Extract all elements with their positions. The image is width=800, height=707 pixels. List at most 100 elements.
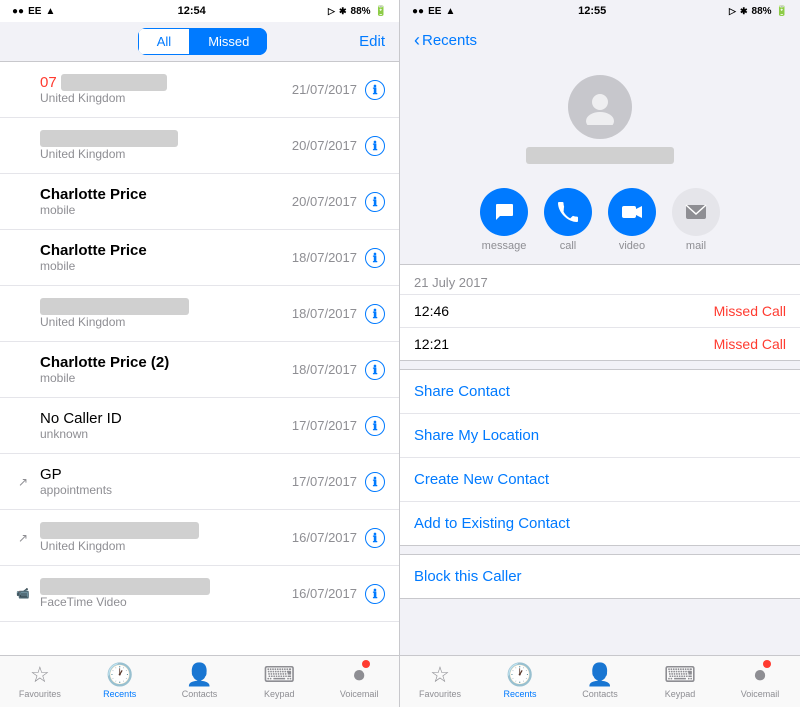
block-section: Block this Caller (400, 554, 800, 599)
tab-voicemail-label-right: Voicemail (741, 689, 780, 699)
contact-detail: ██████████████ message call (400, 59, 800, 655)
add-existing-item[interactable]: Add to Existing Contact (400, 502, 800, 545)
edit-button[interactable]: Edit (359, 33, 385, 50)
right-battery-area: ▷ ✱ 88% 🔋 (729, 6, 788, 17)
info-button[interactable]: ℹ (365, 80, 385, 100)
call-list: 07 ██████████ United Kingdom 21/07/2017 … (0, 62, 399, 655)
tab-keypad-label: Keypad (264, 689, 295, 699)
tab-contacts-right[interactable]: 👤 Contacts (560, 660, 640, 701)
back-button[interactable]: ‹ Recents (414, 30, 477, 51)
info-button[interactable]: ℹ (365, 360, 385, 380)
list-item[interactable]: ↗ ███████████████ United Kingdom 16/07/2… (0, 510, 399, 566)
list-item[interactable]: Charlotte Price mobile 20/07/2017 ℹ (0, 174, 399, 230)
create-contact-item[interactable]: Create New Contact (400, 458, 800, 502)
tab-favourites-right[interactable]: ☆ Favourites (400, 660, 480, 701)
contacts-icon-right: 👤 (586, 662, 613, 688)
carrier-label: EE (428, 6, 441, 17)
tab-recents-label: Recents (103, 689, 136, 699)
left-battery-area: ▷ ✱ 88% 🔋 (328, 6, 387, 17)
list-item[interactable]: Charlotte Price mobile 18/07/2017 ℹ (0, 230, 399, 286)
right-panel: ●● EE ▲ 12:55 ▷ ✱ 88% 🔋 ‹ Recents (400, 0, 800, 707)
right-carrier: ●● EE ▲ (412, 6, 455, 17)
history-item: 12:46 Missed Call (400, 294, 800, 327)
block-caller-item[interactable]: Block this Caller (400, 555, 800, 598)
history-item: 12:21 Missed Call (400, 327, 800, 360)
share-contact-item[interactable]: Share Contact (400, 370, 800, 414)
caller-name: GP (40, 466, 292, 483)
caller-subtitle: United Kingdom (40, 539, 292, 553)
action-buttons-row: message call video (400, 176, 800, 264)
caller-name: ███████████████ (40, 522, 292, 539)
battery-icon: 🔋 (375, 6, 387, 17)
tab-contacts[interactable]: 👤 Contacts (160, 660, 240, 701)
caller-name: █████████████ (40, 130, 292, 147)
tab-recents[interactable]: 🕐 Recents (80, 660, 160, 701)
tab-voicemail[interactable]: ⏺ Voicemail (319, 660, 399, 701)
segment-control: All Missed (138, 28, 268, 55)
caller-name: Charlotte Price (2) (40, 354, 292, 371)
message-action[interactable]: message (480, 188, 528, 252)
caller-subtitle: United Kingdom (40, 315, 292, 329)
video-action[interactable]: video (608, 188, 656, 252)
tab-keypad[interactable]: ⌨ Keypad (239, 660, 319, 701)
caller-subtitle: United Kingdom (40, 147, 292, 161)
location-icon: ▷ (729, 6, 736, 17)
voicemail-badge-right (763, 660, 771, 668)
favourites-icon: ☆ (30, 662, 50, 688)
list-item[interactable]: ██████████████ United Kingdom 18/07/2017… (0, 286, 399, 342)
info-button[interactable]: ℹ (365, 192, 385, 212)
history-section: 21 July 2017 12:46 Missed Call 12:21 Mis… (400, 264, 800, 361)
tab-keypad-label-right: Keypad (665, 689, 696, 699)
caller-subtitle: unknown (40, 427, 292, 441)
tab-recents-right[interactable]: 🕐 Recents (480, 660, 560, 701)
wifi-icon: ▲ (45, 6, 55, 17)
list-item[interactable]: 📹 ████████████████ FaceTime Video 16/07/… (0, 566, 399, 622)
info-button[interactable]: ℹ (365, 528, 385, 548)
call-date: 16/07/2017 (292, 530, 357, 545)
left-time: 12:54 (178, 5, 206, 17)
mail-circle (672, 188, 720, 236)
call-date: 18/07/2017 (292, 306, 357, 321)
outgoing-call-icon: ↗ (18, 531, 28, 545)
history-date-header: 21 July 2017 (400, 265, 800, 294)
back-label: Recents (422, 32, 477, 49)
info-button[interactable]: ℹ (365, 304, 385, 324)
facetime-icon: 📹 (16, 587, 30, 600)
call-date: 20/07/2017 (292, 194, 357, 209)
call-date: 17/07/2017 (292, 474, 357, 489)
status-bar-right: ●● EE ▲ 12:55 ▷ ✱ 88% 🔋 (400, 0, 800, 22)
tab-voicemail-right[interactable]: ⏺ Voicemail (720, 660, 800, 701)
status-bar-left: ●● EE ▲ 12:54 ▷ ✱ 88% 🔋 (0, 0, 399, 22)
tab-bar-right: ☆ Favourites 🕐 Recents 👤 Contacts ⌨ Keyp… (400, 655, 800, 707)
tab-favourites[interactable]: ☆ Favourites (0, 660, 80, 701)
caller-subtitle: FaceTime Video (40, 595, 292, 609)
call-action[interactable]: call (544, 188, 592, 252)
voicemail-badge (362, 660, 370, 668)
segment-all-button[interactable]: All (138, 28, 190, 55)
mail-action[interactable]: mail (672, 188, 720, 252)
tab-contacts-label: Contacts (182, 689, 218, 699)
caller-subtitle: mobile (40, 259, 292, 273)
call-date: 18/07/2017 (292, 362, 357, 377)
call-label: call (560, 240, 577, 252)
list-item[interactable]: ↗ GP appointments 17/07/2017 ℹ (0, 454, 399, 510)
list-item[interactable]: Charlotte Price (2) mobile 18/07/2017 ℹ (0, 342, 399, 398)
call-date: 20/07/2017 (292, 138, 357, 153)
share-location-item[interactable]: Share My Location (400, 414, 800, 458)
left-panel: ●● EE ▲ 12:54 ▷ ✱ 88% 🔋 All Missed Edit (0, 0, 400, 707)
info-button[interactable]: ℹ (365, 416, 385, 436)
bluetooth-icon: ✱ (740, 6, 748, 17)
segment-missed-button[interactable]: Missed (190, 28, 267, 55)
tab-keypad-right[interactable]: ⌨ Keypad (640, 660, 720, 701)
history-type: Missed Call (714, 303, 786, 319)
contacts-icon: 👤 (186, 662, 213, 688)
list-item[interactable]: 07 ██████████ United Kingdom 21/07/2017 … (0, 62, 399, 118)
list-item[interactable]: No Caller ID unknown 17/07/2017 ℹ (0, 398, 399, 454)
right-header: ‹ Recents (400, 22, 800, 59)
list-item[interactable]: █████████████ United Kingdom 20/07/2017 … (0, 118, 399, 174)
info-button[interactable]: ℹ (365, 136, 385, 156)
info-button[interactable]: ℹ (365, 584, 385, 604)
caller-subtitle: mobile (40, 203, 292, 217)
info-button[interactable]: ℹ (365, 472, 385, 492)
info-button[interactable]: ℹ (365, 248, 385, 268)
